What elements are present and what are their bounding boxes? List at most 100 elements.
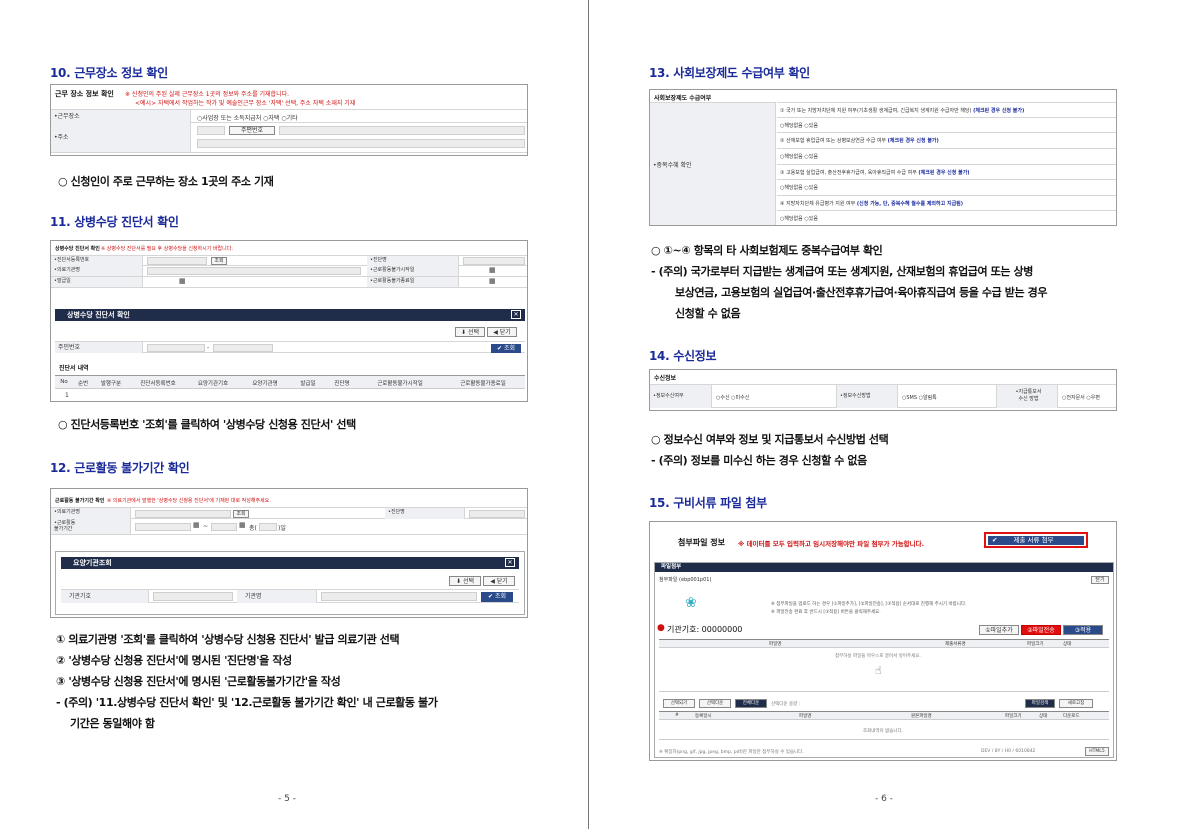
calendar-icon[interactable]: ▦ [489, 277, 496, 285]
label: •의료기관명 [51, 508, 131, 519]
close-icon[interactable]: ✕ [505, 558, 515, 567]
answer-radios[interactable]: ○해당없음 ○있음 [780, 184, 818, 191]
calendar-icon[interactable]: ▦ [489, 266, 496, 274]
notice-radios[interactable]: ○전자문서 ○우편 [1062, 394, 1100, 401]
label: •근로활동 불가기간 [51, 519, 131, 534]
days-input[interactable] [259, 523, 277, 531]
org-code: 기관기호: 00000000 [667, 625, 743, 634]
toolbar-button[interactable]: 선택되기 [663, 699, 695, 708]
row: •진단서등록번호 조회 •진단명 [51, 255, 527, 266]
popup-title-bar: 상병수당 진단서 확인 ✕ [55, 309, 525, 321]
name-input[interactable] [321, 592, 477, 601]
org-input[interactable] [135, 510, 231, 518]
question-text: ② 산재보험 휴업급여 또는 상병보상연금 수급 여부 (체크된 경우 신청 불… [780, 138, 939, 145]
label: •정보수신방법 [836, 385, 898, 408]
attach-notice: ※ 데이터를 모두 입력하고 임시저장해야만 파일 첨부가 가능합니다. [738, 540, 925, 548]
close-label: 닫기 [499, 329, 511, 336]
column-header: 발급일 [300, 381, 316, 387]
note: ※ 상병수당 진단서를 필요 후 상병수당을 신청하시기 바랍니다. [101, 246, 233, 252]
column-header: 상태 [1039, 714, 1048, 719]
shot-diagnosis: 상병수당 진단서 확인 ※ 상병수당 진단서를 필요 후 상병수당을 신청하시기… [50, 240, 528, 402]
select-button[interactable]: ⬇ 선택 [455, 327, 485, 337]
empty-text: 조회내역이 없습니다. [863, 729, 904, 734]
note: ※ 신청인의 주된 실제 근무장소 1곳의 정보와 주소를 기재합니다. [125, 91, 290, 98]
address-input-1[interactable] [279, 126, 525, 135]
column-header: 근로활동불가종료일 [460, 381, 506, 387]
address-label: •주소 [51, 123, 191, 152]
apply-button[interactable]: ③적용 [1063, 625, 1103, 635]
note: <예시> 자택에서 작업하는 작가 및 예술인근무 장소 '자택' 선택, 주소… [135, 100, 356, 107]
heading-10: 10. 근무장소 정보 확인 [50, 66, 168, 80]
column-header: 근로활동불가시작일 [377, 381, 423, 387]
reg-no-input[interactable] [147, 257, 207, 265]
code-input[interactable] [153, 592, 233, 601]
rrn-input-1[interactable] [147, 344, 205, 352]
diag-name-input[interactable] [469, 510, 525, 518]
reg-search-button[interactable]: 조회 [211, 257, 227, 265]
column-header: 등록일시 [695, 714, 712, 719]
file-search-button[interactable]: 파일검색 [1025, 699, 1055, 708]
receive-radios[interactable]: ○수신 ○미수신 [716, 394, 749, 401]
caution-line-2: 보상연금, 고용보험의 실업급여·출산전후휴가급여·육아휴직급여 등을 수급 받… [675, 286, 1048, 299]
calendar-icon[interactable]: ▦ [193, 521, 200, 529]
heading-14: 14. 수신정보 [649, 349, 717, 363]
row: •발급일 ▦ •근로활동불가종료일 ▦ [51, 277, 527, 288]
file-list-header: # 등록일시 파일명 원본파일명 파일크기 상태 다운로드 [659, 711, 1109, 720]
diag-name-input[interactable] [463, 257, 525, 265]
label: •발급일 [51, 277, 143, 287]
submit-docs-button[interactable]: ✔ 제출 서류 첨부 [988, 536, 1084, 545]
answer-radios[interactable]: ○해당없음 ○있음 [780, 215, 818, 222]
address-row: •주소 주편번호 [51, 123, 527, 153]
toolbar-button[interactable]: 선택다운 [699, 699, 731, 708]
toolbar-button[interactable]: 전체다운 [735, 699, 767, 708]
close-button[interactable]: 닫기 [1091, 576, 1109, 584]
drop-zone[interactable]: 첨부하실 파일을 마우스로 끌어서 넣어주세요. ☝ [659, 648, 1109, 692]
shot-title: 근로활동 불가기간 확인 [55, 498, 105, 504]
calendar-icon[interactable]: ▦ [179, 277, 186, 285]
column-header: # [675, 713, 679, 718]
answer-radios[interactable]: ○해당없음 ○있음 [780, 153, 818, 160]
end-date-input[interactable] [211, 523, 237, 531]
shot-title: 상병수당 진단서 확인 [55, 246, 100, 252]
shot-social-security: 사회보장제도 수급여부 •중복수혜 확인 ① 국가 또는 지방자치단체 지원 여… [649, 89, 1117, 226]
close-icon[interactable]: ✕ [511, 310, 521, 319]
org-search-button[interactable]: 조회 [233, 510, 249, 518]
add-file-button[interactable]: ①파일추가 [979, 625, 1019, 635]
column-header: 요양기관기호 [197, 381, 229, 387]
page-number: - 5 - [278, 794, 296, 804]
answer-radios[interactable]: ○해당없음 ○있음 [780, 122, 818, 129]
bullet-10: ○ 신청인이 주로 근무하는 장소 1곳의 주소 기재 [58, 175, 274, 188]
rrn-input-2[interactable] [213, 344, 273, 352]
start-date-input[interactable] [135, 523, 191, 531]
dup-check-label: •중복수혜 확인 [650, 102, 776, 225]
select-button[interactable]: ⬇ 선택 [449, 576, 481, 586]
workplace-radios[interactable]: ○사업장 또는 소득지급처 ○자택 ○기타 [197, 113, 298, 122]
method-radios[interactable]: ○SMS ○알림톡 [902, 394, 937, 401]
heading-15: 15. 구비서류 파일 첨부 [649, 496, 767, 510]
search-button[interactable]: ✔ 조회 [491, 344, 521, 353]
question-row: ① 국가 또는 지방자치단체 지원 여부(기초생활 생계급여, 긴급복지 생계지… [777, 102, 1116, 118]
search-label: 조회 [503, 345, 515, 352]
question-list: ① 국가 또는 지방자치단체 지원 여부(기초생활 생계급여, 긴급복지 생계지… [777, 102, 1116, 225]
refresh-button[interactable]: 새로고침 [1059, 699, 1093, 708]
shot-period: 근로활동 불가기간 확인 ※ 의료기관에서 발행한 '상병수당 신청용 진단서'… [50, 488, 528, 618]
calendar-icon[interactable]: ▦ [239, 521, 246, 529]
file-list-body: 조회내역이 없습니다. [659, 720, 1109, 740]
search-button[interactable]: ✔ 조회 [481, 592, 513, 602]
hand-cursor-icon: ☝ [875, 664, 882, 677]
row-number: 1 [65, 392, 69, 399]
column-header: 다운로드 [1063, 714, 1080, 719]
zip-input[interactable] [197, 126, 225, 135]
address-input-2[interactable] [197, 139, 525, 148]
page-6: 13. 사회보장제도 수급여부 확인 사회보장제도 수급여부 •중복수혜 확인 … [589, 0, 1178, 829]
popup-title: 상병수당 진단서 확인 [67, 311, 130, 319]
close-button[interactable]: ◀ 닫기 [487, 327, 517, 337]
org-input[interactable] [147, 267, 361, 275]
question-text: ① 국가 또는 지방자치단체 지원 여부(기초생활 생계급여, 긴급복지 생계지… [780, 108, 1025, 114]
column-header: 진단명 [334, 381, 350, 387]
list-title: 진단서 내역 [59, 365, 89, 372]
close-button[interactable]: ◀ 닫기 [483, 576, 515, 586]
send-file-button[interactable]: ②파일전송 [1021, 625, 1061, 635]
answer-row: ○해당없음 ○있음 [777, 211, 1116, 225]
zip-button[interactable]: 주편번호 [229, 126, 275, 135]
